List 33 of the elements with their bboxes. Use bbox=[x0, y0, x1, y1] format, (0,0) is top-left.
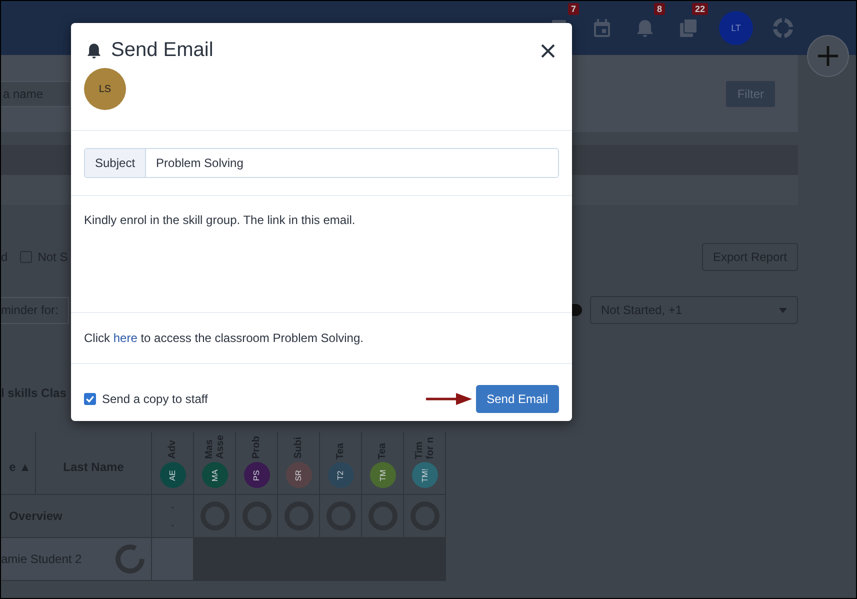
bell-icon[interactable] bbox=[634, 17, 656, 39]
user-avatar[interactable]: LT bbox=[719, 11, 753, 45]
arrow-icon bbox=[426, 392, 472, 404]
send-email-button[interactable]: Send Email bbox=[476, 384, 559, 412]
link-sentence: Click here to access the classroom Problem Solving. bbox=[84, 331, 364, 345]
message-body[interactable]: Kindly enrol in the skill group. The link in this email. bbox=[71, 195, 572, 312]
copy-label: Send a copy to staff bbox=[102, 392, 208, 406]
skill-avatar: TM! bbox=[412, 462, 438, 488]
bell-icon bbox=[85, 42, 103, 60]
skill-avatar: T2 bbox=[328, 462, 354, 488]
count-badge: 7 bbox=[568, 3, 579, 15]
subject-field[interactable]: Subject Problem Solving bbox=[84, 148, 559, 178]
skill-avatar: TM bbox=[370, 462, 396, 488]
skill-avatar: SR bbox=[286, 462, 312, 488]
count-badge: 8 bbox=[654, 3, 665, 15]
recipient-avatar: LS bbox=[84, 68, 126, 110]
checkbox[interactable] bbox=[20, 251, 32, 263]
pages-icon[interactable] bbox=[677, 17, 699, 39]
dialog-title: Send Email bbox=[111, 39, 214, 62]
skill-avatar: PS bbox=[244, 462, 270, 488]
lifebuoy-icon[interactable] bbox=[772, 17, 794, 39]
copy-checkbox[interactable] bbox=[84, 392, 96, 404]
here-link[interactable]: here bbox=[113, 331, 138, 345]
progress-ring-icon bbox=[115, 544, 145, 574]
dash: - bbox=[171, 502, 174, 512]
calendar-icon[interactable] bbox=[591, 17, 613, 39]
add-button[interactable] bbox=[807, 35, 849, 77]
dash: - bbox=[171, 520, 174, 530]
plus-icon bbox=[817, 45, 839, 67]
skill-avatar: MA bbox=[202, 462, 228, 488]
skill-avatar: AE bbox=[160, 462, 186, 488]
caret-icon bbox=[779, 308, 787, 312]
count-badge: 22 bbox=[692, 3, 708, 15]
